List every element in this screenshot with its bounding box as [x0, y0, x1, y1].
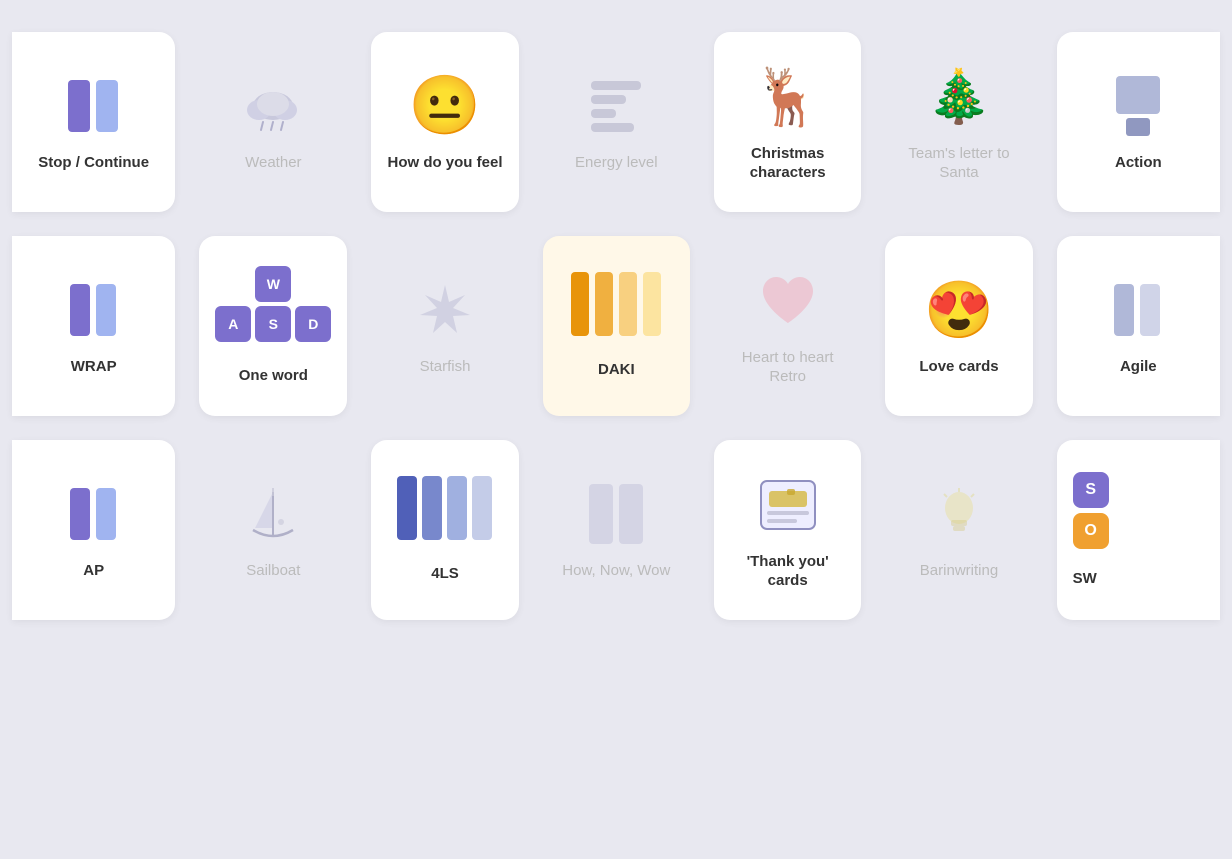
card-christmas-label: Christmas characters [730, 144, 845, 183]
card-starfish[interactable]: Starfish [371, 236, 518, 416]
card-one-word-label: One word [239, 366, 308, 386]
card-ap[interactable]: AP [12, 440, 175, 620]
sw-icon: S O [1073, 472, 1109, 549]
card-heart-retro-label: Heart to heart Retro [730, 348, 845, 387]
card-heart-retro[interactable]: Heart to heart Retro [714, 236, 861, 416]
card-weather[interactable]: Weather [199, 32, 347, 212]
starfish-icon [410, 275, 480, 345]
card-ap-label: AP [83, 561, 104, 581]
card-agile[interactable]: Agile [1057, 236, 1220, 416]
card-wrap-label: WRAP [71, 357, 117, 377]
card-thank-you-label: 'Thank you' cards [730, 552, 845, 591]
card-one-word[interactable]: W A S D One word [199, 236, 347, 416]
weather-icon [238, 71, 308, 141]
sailboat-icon [238, 479, 308, 549]
ap-icon [59, 479, 129, 549]
one-word-icon: W A S D [215, 266, 331, 342]
card-how-feel-label: How do you feel [387, 153, 502, 173]
card-agile-label: Agile [1120, 357, 1157, 377]
card-energy-label: Energy level [575, 153, 658, 173]
card-energy-level[interactable]: Energy level [543, 32, 690, 212]
love-cards-icon: 😍 [924, 275, 994, 345]
christmas-icon: 🦌 [753, 62, 823, 132]
card-action-label: Action [1115, 153, 1162, 173]
how-feel-icon: 😐 [410, 71, 480, 141]
wrap-icon [59, 275, 129, 345]
thank-you-icon [753, 470, 823, 540]
heart-retro-icon [753, 266, 823, 336]
card-4ls-label: 4LS [431, 564, 459, 584]
card-sailboat[interactable]: Sailboat [199, 440, 347, 620]
agile-icon [1103, 275, 1173, 345]
santa-letter-icon: 🎄 [924, 62, 994, 132]
card-weather-label: Weather [245, 153, 301, 173]
4ls-icon [410, 476, 480, 540]
stop-continue-icon [59, 71, 129, 141]
card-starfish-label: Starfish [420, 357, 471, 377]
card-barinwriting-label: Barinwriting [920, 561, 998, 581]
card-christmas-characters[interactable]: 🦌 Christmas characters [714, 32, 861, 212]
card-stop-continue[interactable]: Stop / Continue [12, 32, 175, 212]
card-thank-you[interactable]: 'Thank you' cards [714, 440, 861, 620]
card-daki-label: DAKI [598, 360, 635, 380]
card-sw[interactable]: S O SW [1057, 440, 1220, 620]
action-icon [1103, 71, 1173, 141]
card-sw-label: SW [1073, 569, 1097, 589]
card-action[interactable]: Action [1057, 32, 1220, 212]
card-wrap[interactable]: WRAP [12, 236, 175, 416]
card-teams-label: Team's letter to Santa [901, 144, 1016, 183]
card-grid: Stop / Continue Weather 😐 How do you fee… [0, 0, 1232, 652]
card-how-now-wow-label: How, Now, Wow [562, 561, 670, 581]
card-barinwriting[interactable]: Barinwriting [885, 440, 1032, 620]
card-how-do-you-feel[interactable]: 😐 How do you feel [371, 32, 518, 212]
how-now-wow-icon [581, 479, 651, 549]
card-4ls[interactable]: 4LS [371, 440, 518, 620]
card-stop-continue-label: Stop / Continue [38, 153, 149, 173]
card-daki[interactable]: DAKI [543, 236, 690, 416]
card-sailboat-label: Sailboat [246, 561, 300, 581]
barinwriting-icon [924, 479, 994, 549]
card-love-cards[interactable]: 😍 Love cards [885, 236, 1032, 416]
energy-icon [581, 71, 651, 141]
card-how-now-wow[interactable]: How, Now, Wow [543, 440, 690, 620]
card-love-label: Love cards [919, 357, 998, 377]
card-teams-letter[interactable]: 🎄 Team's letter to Santa [885, 32, 1032, 212]
daki-icon [581, 272, 651, 336]
